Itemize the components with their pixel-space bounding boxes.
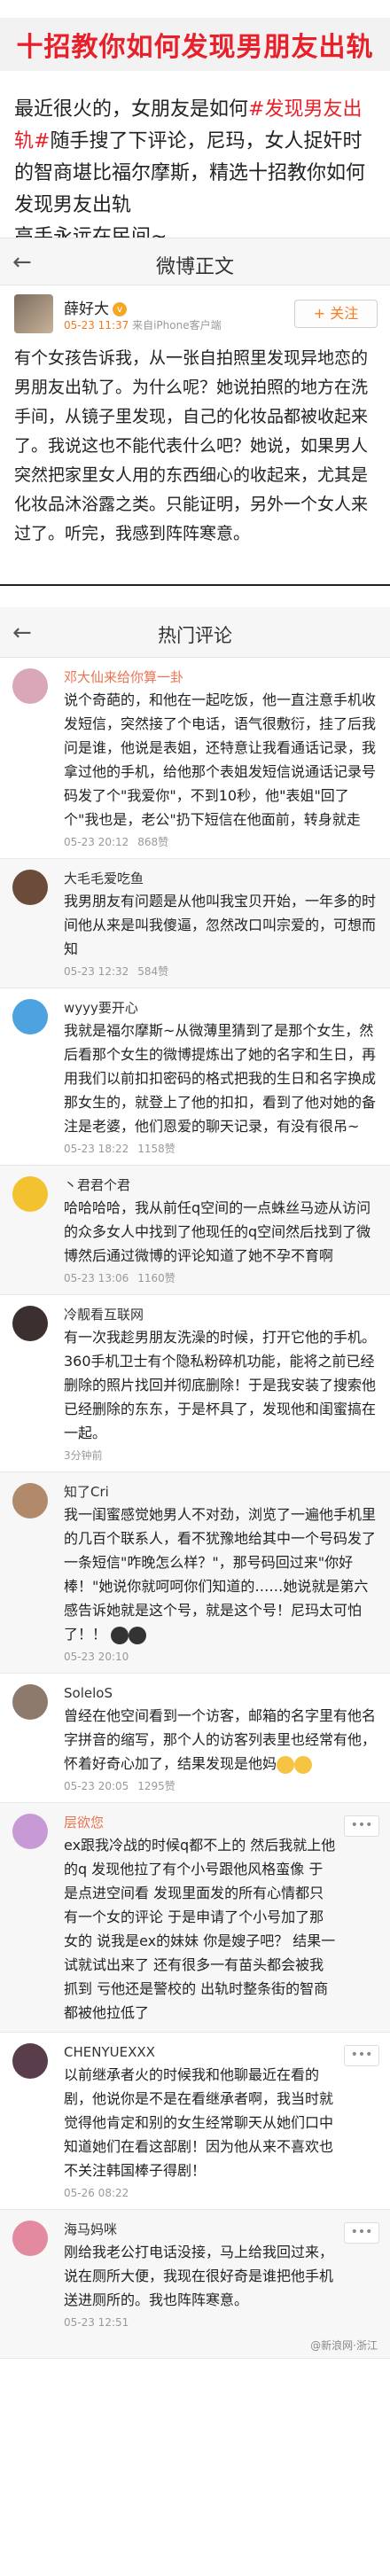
comment-text: ex跟我冷战的时候q都不上的 然后我就上他的q 发现他拉了有个小号跟他风格蛮像 … — [64, 1837, 336, 2021]
comment-text: 我男朋友有问题是从他叫我宝贝开始，一年多的时间他从来是叫我傻逼，忽然改口叫宗爱的… — [64, 893, 377, 957]
commenter-name[interactable]: 丶君君个君 — [64, 1175, 376, 1196]
avatar[interactable] — [12, 1814, 48, 1849]
comments-screen-title: 热门评论 — [158, 625, 232, 646]
commenter-name[interactable]: 大毛毛爱吃鱼 — [64, 868, 376, 889]
comment-text: 哈哈哈哈，我从前任q空间的一点蛛丝马迹从访问的众多女人中找到了他现任的q空间然后… — [64, 1199, 371, 1264]
post-screen-title: 微博正文 — [155, 256, 234, 278]
comment-meta: 05-23 12:51 — [64, 2314, 337, 2331]
comment-meta: 05-23 20:05 1295赞 — [64, 1777, 376, 1795]
comment-meta: 3分钟前 — [64, 1447, 376, 1464]
comment-text: 我一闺蜜感觉她男人不对劲，浏览了一遍他手机里的几百个联系人，看不犹豫地给其中一个… — [64, 1506, 377, 1644]
intro-paragraph: 最近很火的，女朋友是如何#发现男友出轨#随手搜了下评论，尼玛，女人捉奸时的智商堪… — [0, 89, 390, 248]
emoji-icon — [111, 1626, 129, 1644]
follow-button[interactable]: + 关注 — [294, 300, 378, 328]
comments-list: 邓大仙来给你算一卦 说个奇葩的，和他在一起吃饭，他一直注意手机收发短信，突然接了… — [0, 658, 390, 2359]
comment-meta: 05-23 13:06 1160赞 — [64, 1269, 376, 1287]
post-meta: 05-23 11:37 来自iPhone客户端 — [64, 317, 222, 332]
emoji-icon — [129, 1626, 147, 1644]
comment-time: 05-23 20:10 — [64, 1651, 129, 1663]
comments-topbar: ← 热门评论 — [0, 607, 390, 658]
comment-likes[interactable]: 1158赞 — [137, 1143, 176, 1155]
post-topbar: ← 微博正文 — [0, 238, 390, 285]
comment-time: 05-23 13:06 — [64, 1272, 129, 1284]
comment-item: SoleloS 曾经在他空间看到一个访客，邮箱的名字里有他名字拼音的缩写，那个人… — [0, 1674, 390, 1803]
comment-likes[interactable]: 868赞 — [137, 836, 168, 848]
comment-item: 冷靓看互联网 有一次我趁男朋友洗澡的时候，打开它他的手机。360手机卫士有个隐私… — [0, 1295, 390, 1472]
comment-time: 05-26 08:22 — [64, 2187, 129, 2199]
commenter-name[interactable]: 海马妈咪 — [64, 2219, 337, 2240]
comment-text: 有一次我趁男朋友洗澡的时候，打开它他的手机。360手机卫士有个隐私粉碎机功能，能… — [64, 1329, 377, 1441]
comment-time: 3分钟前 — [64, 1449, 103, 1462]
comment-meta: 05-23 20:10 — [64, 1648, 376, 1666]
more-options-button[interactable]: ••• — [344, 2045, 379, 2066]
more-options-button[interactable]: ••• — [344, 1815, 379, 1837]
comment-item: 层欲您 ••• ex跟我冷战的时候q都不上的 然后我就上他的q 发现他拉了有个小… — [0, 1803, 390, 2033]
page-title: 十招教你如何发现男朋友出轨 — [16, 32, 374, 63]
comment-text: 以前继承者火的时候我和他聊最近在看的剧，他说你是不是在看继承者啊，我当时就觉得他… — [64, 2066, 334, 2179]
more-options-button[interactable]: ••• — [344, 2222, 379, 2244]
commenter-name[interactable]: 邓大仙来给你算一卦 — [64, 667, 376, 688]
post-time: 05-23 11:37 — [64, 319, 129, 332]
post-header: 薛好大 v 05-23 11:37 来自iPhone客户端 + 关注 — [0, 285, 390, 342]
comment-item: 大毛毛爱吃鱼 我男朋友有问题是从他叫我宝贝开始，一年多的时间他从来是叫我傻逼，忽… — [0, 859, 390, 988]
comment-time: 05-23 20:05 — [64, 1780, 129, 1792]
avatar[interactable] — [12, 870, 48, 905]
source-watermark: @新浪网·浙江 — [310, 2339, 378, 2352]
commenter-name[interactable]: 层欲您 — [64, 1812, 337, 1833]
comment-meta: 05-23 18:22 1158赞 — [64, 1140, 376, 1158]
comment-text: 我就是福尔摩斯~从微薄里猜到了是那个女生，然后看那个女生的微博提炼出了她的名字和… — [64, 1022, 377, 1135]
author-name[interactable]: 薛好大 v — [64, 296, 127, 318]
comment-time: 05-23 20:12 — [64, 836, 129, 848]
verified-badge-icon: v — [113, 302, 127, 316]
comment-likes[interactable]: 1160赞 — [137, 1272, 176, 1284]
comment-item: 知了Cri 我一闺蜜感觉她男人不对劲，浏览了一遍他手机里的几百个联系人，看不犹豫… — [0, 1472, 390, 1674]
comment-text: 说个奇葩的，和他在一起吃饭，他一直注意手机收发短信，突然接了个电话，语气很敷衍，… — [64, 691, 377, 828]
post-source: 来自iPhone客户端 — [132, 319, 222, 332]
avatar[interactable] — [12, 668, 48, 704]
comment-meta: 05-23 20:12 868赞 — [64, 833, 376, 851]
avatar[interactable] — [12, 1306, 48, 1341]
avatar[interactable] — [12, 1483, 48, 1518]
comment-time: 05-23 12:32 — [64, 965, 129, 978]
comment-item: 丶君君个君 哈哈哈哈，我从前任q空间的一点蛛丝马迹从访问的众多女人中找到了他现任… — [0, 1166, 390, 1295]
comment-text: 刚给我老公打电话没接，马上给我回过来，说在厕所大便，我现在很好奇是谁把他手机送进… — [64, 2244, 334, 2308]
comment-meta: 05-26 08:22 — [64, 2184, 337, 2202]
weibo-post-screen: ← 微博正文 薛好大 v 05-23 11:37 来自iPhone客户端 + 关注… — [0, 238, 390, 586]
avatar[interactable] — [12, 2221, 48, 2256]
comment-item: CHENYUEXXX ••• 以前继承者火的时候我和他聊最近在看的剧，他说你是不… — [0, 2033, 390, 2210]
comment-meta: 05-23 12:32 584赞 — [64, 963, 376, 980]
post-bottom-divider — [0, 559, 390, 586]
commenter-name[interactable]: wyyy要开心 — [64, 997, 376, 1019]
header-banner: 十招教你如何发现男朋友出轨 — [0, 0, 390, 89]
avatar[interactable] — [12, 999, 48, 1034]
commenter-name[interactable]: SoleloS — [64, 1682, 376, 1704]
commenter-name[interactable]: CHENYUEXXX — [64, 2041, 337, 2063]
comment-item: 海马妈咪 ••• 刚给我老公打电话没接，马上给我回过来，说在厕所大便，我现在很好… — [0, 2210, 390, 2359]
intro-text-1: 最近很火的，女朋友是如何 — [14, 98, 249, 121]
post-body: 有个女孩告诉我，从一张自拍照里发现异地恋的男朋友出轨了。为什么呢？她说拍照的地方… — [14, 348, 369, 543]
commenter-name[interactable]: 冷靓看互联网 — [64, 1304, 376, 1325]
avatar[interactable] — [12, 1176, 48, 1212]
emoji-icon — [277, 1755, 295, 1774]
emoji-icon — [294, 1755, 313, 1774]
avatar[interactable] — [12, 2043, 48, 2079]
comment-text: 曾经在他空间看到一个访客，邮箱的名字里有他名字拼音的缩写，那个人的访客列表里也经… — [64, 1707, 377, 1774]
avatar[interactable] — [14, 294, 53, 333]
comment-time: 05-23 12:51 — [64, 2316, 129, 2329]
avatar[interactable] — [12, 1684, 48, 1720]
comment-time: 05-23 18:22 — [64, 1143, 129, 1155]
comment-item: 邓大仙来给你算一卦 说个奇葩的，和他在一起吃饭，他一直注意手机收发短信，突然接了… — [0, 658, 390, 859]
comment-item: wyyy要开心 我就是福尔摩斯~从微薄里猜到了是那个女生，然后看那个女生的微博提… — [0, 988, 390, 1166]
comment-likes[interactable]: 1295赞 — [137, 1780, 176, 1792]
commenter-name[interactable]: 知了Cri — [64, 1481, 376, 1503]
intro-text-2: 随手搜了下评论，尼玛，女人捉奸时的智商堪比福尔摩斯，精选十招教你如何发现男友出轨 — [14, 130, 366, 216]
comment-likes[interactable]: 584赞 — [137, 965, 168, 978]
